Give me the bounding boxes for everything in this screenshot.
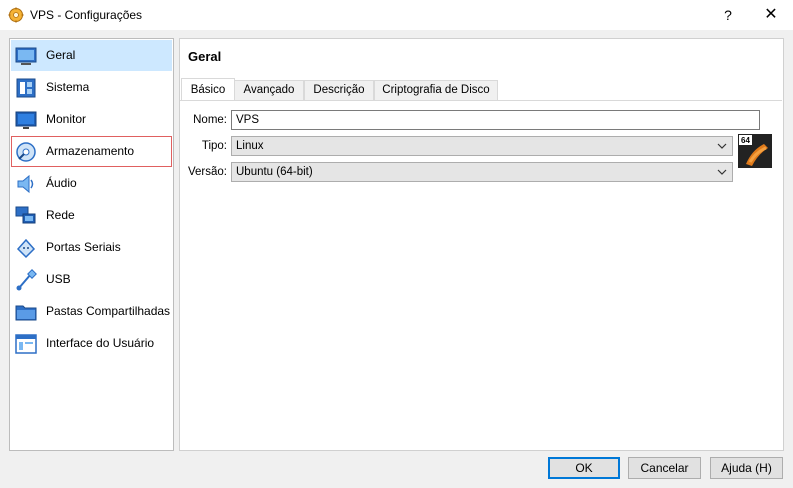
sidebar-item-geral[interactable]: Geral xyxy=(11,40,172,71)
virtualbox-gear-icon xyxy=(8,7,24,23)
tab-criptografia-de-disco[interactable]: Criptografia de Disco xyxy=(374,80,498,100)
sidebar-item-label: Sistema xyxy=(46,80,90,94)
close-icon[interactable]: ✕ xyxy=(749,0,793,30)
title-bar: VPS - Configurações ? ✕ xyxy=(0,0,793,30)
version-select[interactable]: Ubuntu (64-bit) xyxy=(231,162,733,182)
section-header: Geral xyxy=(180,39,782,71)
tab-basico[interactable]: Básico xyxy=(181,78,235,100)
system-icon xyxy=(16,78,36,98)
cancel-button[interactable]: Cancelar xyxy=(628,457,701,479)
ok-button[interactable]: OK xyxy=(548,457,620,479)
tab-avancado[interactable]: Avançado xyxy=(234,80,304,100)
type-label: Tipo: xyxy=(201,140,227,152)
user-interface-icon xyxy=(15,334,37,354)
settings-sidebar: Geral Sistema Monitor Armazenamento Áudi… xyxy=(9,38,174,451)
os-bitness-badge: 64 xyxy=(741,136,750,145)
tab-panel-divider xyxy=(180,100,782,101)
sidebar-item-rede[interactable]: Rede xyxy=(11,200,172,231)
network-icon xyxy=(15,206,36,224)
sidebar-item-label: Áudio xyxy=(46,176,77,190)
sidebar-item-label: Interface do Usuário xyxy=(46,336,155,350)
chevron-down-icon xyxy=(717,169,727,175)
sidebar-item-pastas-compartilhadas[interactable]: Pastas Compartilhadas xyxy=(11,296,172,327)
page-title: Geral xyxy=(188,49,222,64)
sidebar-item-label: Rede xyxy=(46,208,75,222)
serial-ports-icon xyxy=(16,238,36,259)
sidebar-item-usb[interactable]: USB xyxy=(11,264,172,295)
help-button[interactable]: Ajuda (H) xyxy=(710,457,783,479)
sidebar-item-audio[interactable]: Áudio xyxy=(11,168,172,199)
name-field[interactable]: VPS xyxy=(231,110,760,130)
sidebar-item-label: Portas Seriais xyxy=(46,240,121,254)
sidebar-item-label: Pastas Compartilhadas xyxy=(46,304,171,318)
sidebar-item-sistema[interactable]: Sistema xyxy=(11,72,172,103)
sidebar-item-interface-do-usuario[interactable]: Interface do Usuário xyxy=(11,328,172,359)
tab-descricao[interactable]: Descrição xyxy=(304,80,374,100)
name-label: Nome: xyxy=(193,114,227,126)
window-title: VPS - Configurações xyxy=(30,8,143,22)
sidebar-item-armazenamento[interactable]: Armazenamento xyxy=(11,136,172,167)
storage-icon xyxy=(16,142,36,162)
sidebar-item-portas-seriais[interactable]: Portas Seriais xyxy=(11,232,172,263)
chevron-down-icon xyxy=(717,143,727,149)
version-label: Versão: xyxy=(188,166,227,178)
general-icon xyxy=(15,47,37,65)
version-select-value: Ubuntu (64-bit) xyxy=(236,166,313,178)
audio-icon xyxy=(17,174,34,194)
sidebar-item-monitor[interactable]: Monitor xyxy=(11,104,172,135)
sidebar-item-label: Monitor xyxy=(46,112,87,126)
usb-icon xyxy=(16,269,37,291)
shared-folders-icon xyxy=(15,305,37,321)
sidebar-item-label: Geral xyxy=(46,48,76,62)
help-icon[interactable]: ? xyxy=(706,0,750,30)
sidebar-item-label: USB xyxy=(46,272,71,286)
type-select[interactable]: Linux xyxy=(231,136,733,156)
ubuntu-os-icon: 64 xyxy=(738,134,772,168)
sidebar-item-label: Armazenamento xyxy=(46,144,135,158)
monitor-icon xyxy=(15,111,37,129)
type-select-value: Linux xyxy=(236,140,264,152)
